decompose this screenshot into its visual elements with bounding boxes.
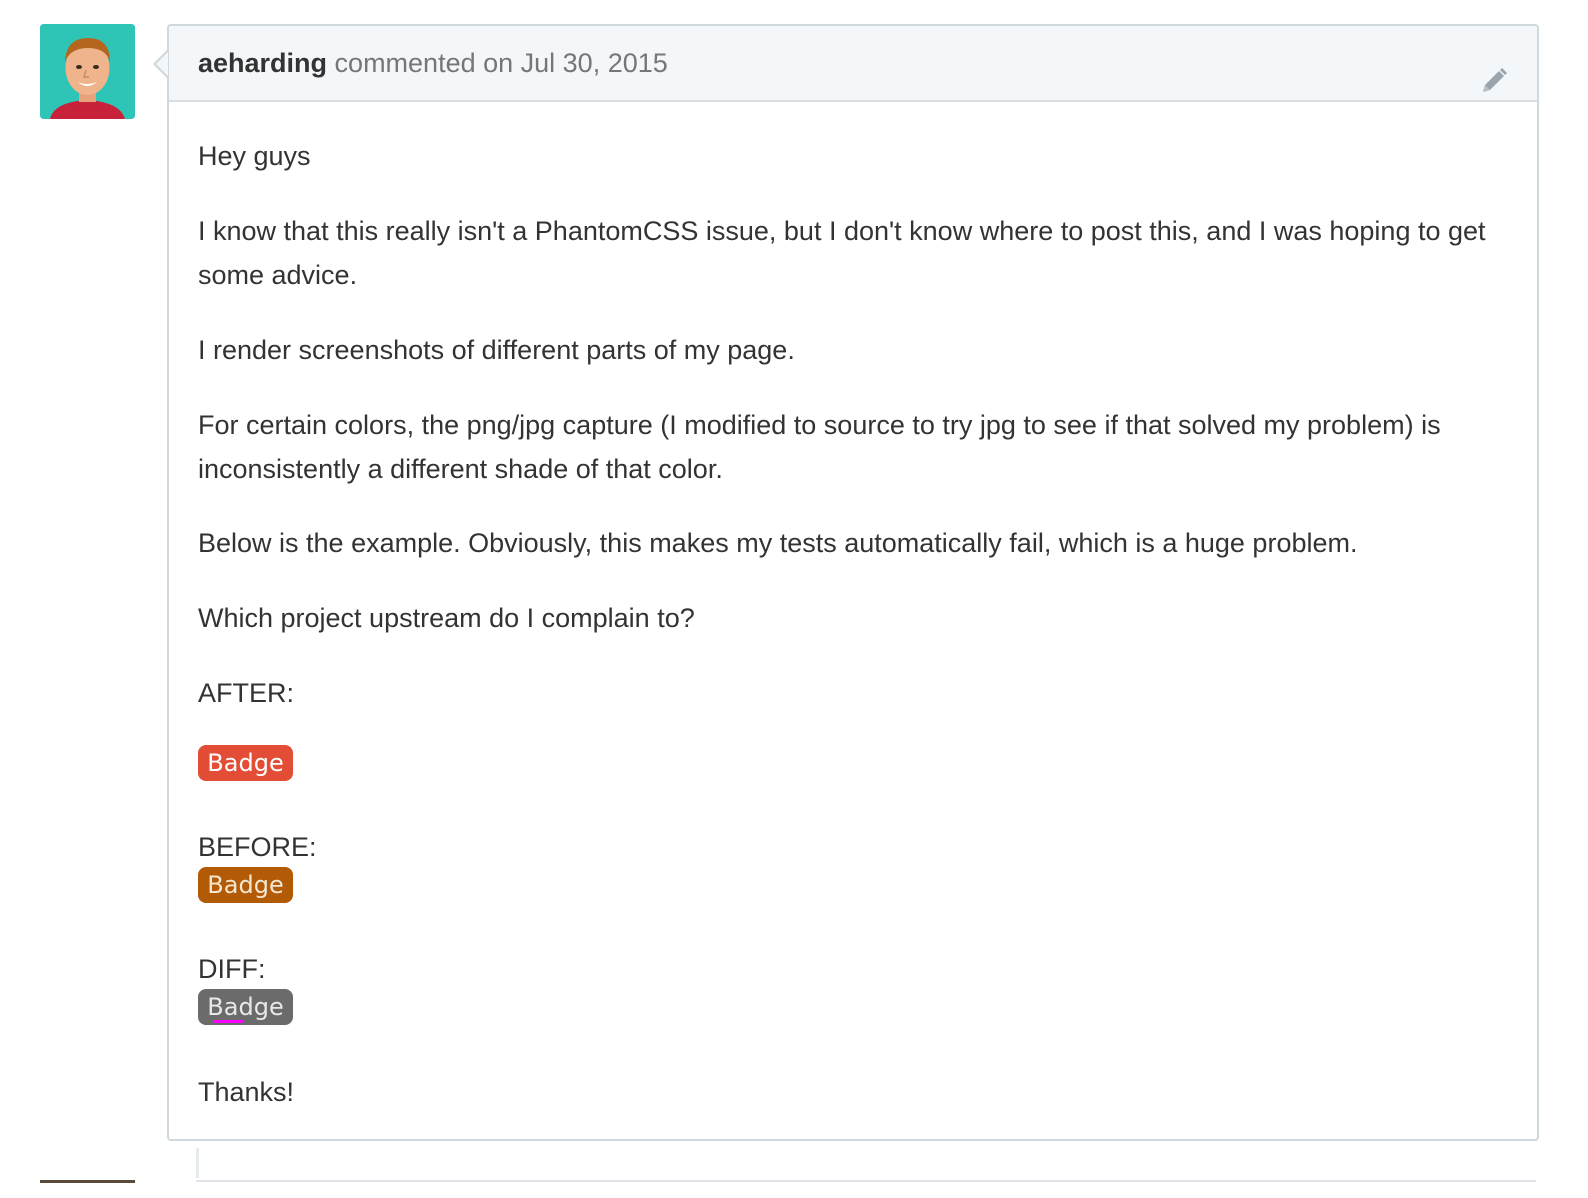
comment-author-link[interactable]: aeharding: [198, 48, 327, 78]
paragraph-greeting: Hey guys: [198, 141, 311, 171]
badge-diff-text: Badge: [207, 993, 284, 1021]
before-label: BEFORE:: [198, 832, 317, 862]
badge-before-image: Badge: [198, 867, 293, 903]
comment-pointer-inner: [156, 52, 168, 76]
badge-diff-image: Badge: [198, 989, 293, 1025]
diff-label: DIFF:: [198, 954, 266, 984]
avatar-image: [40, 24, 135, 119]
next-comment-top-border: [196, 1180, 1536, 1182]
paragraph-colors: For certain colors, the png/jpg capture …: [198, 410, 1441, 484]
paragraph-thanks: Thanks!: [198, 1077, 295, 1107]
user-avatar[interactable]: [40, 24, 135, 119]
next-avatar-edge: [40, 1180, 135, 1183]
pencil-icon[interactable]: [1479, 50, 1509, 92]
comment-timestamp[interactable]: commented on Jul 30, 2015: [335, 48, 668, 78]
timeline-connector: [196, 1148, 199, 1178]
badge-after-image: Badge: [198, 745, 293, 781]
diff-highlight-mark: [214, 1020, 244, 1023]
issue-page: aeharding commented on Jul 30, 2015 Hey …: [0, 0, 1588, 1198]
paragraph-question: Which project upstream do I complain to?: [198, 603, 695, 633]
comment-header: aeharding commented on Jul 30, 2015: [169, 26, 1537, 102]
paragraph-screenshots: I render screenshots of different parts …: [198, 335, 795, 365]
paragraph-intro: I know that this really isn't a PhantomC…: [198, 216, 1486, 290]
paragraph-example: Below is the example. Obviously, this ma…: [198, 528, 1358, 558]
comment-box: aeharding commented on Jul 30, 2015 Hey …: [153, 24, 1539, 1141]
after-label: AFTER:: [198, 678, 295, 708]
